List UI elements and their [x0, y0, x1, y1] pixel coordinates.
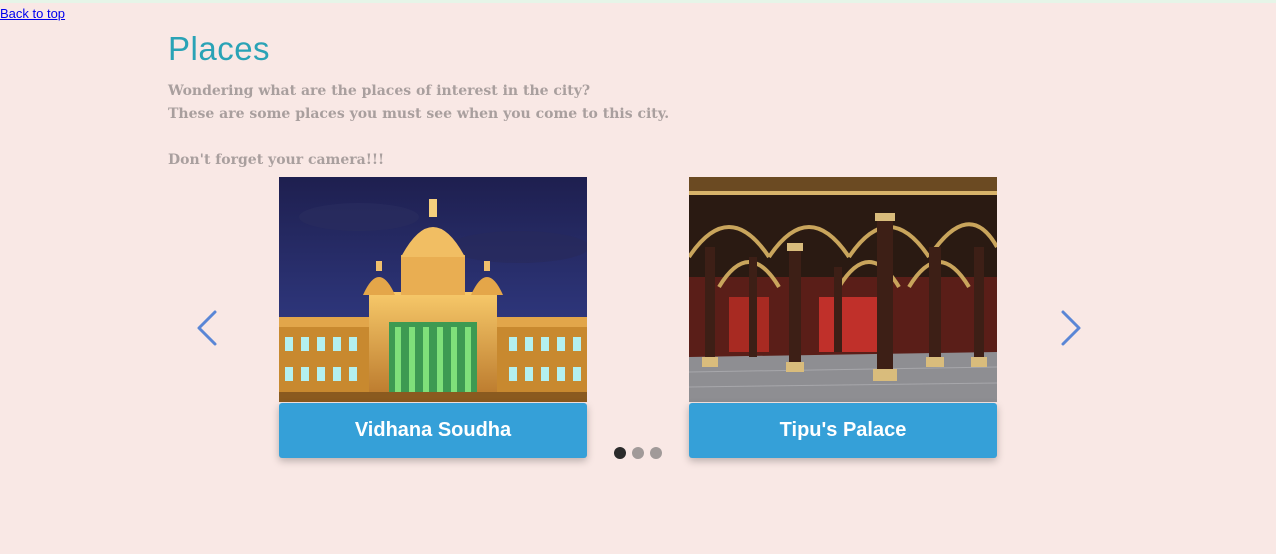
carousel-dot[interactable] [632, 447, 644, 459]
place-card-title[interactable]: Vidhana Soudha [279, 403, 587, 458]
section-intro: Wondering what are the places of interes… [168, 80, 669, 172]
intro-line: These are some places you must see when … [168, 106, 670, 122]
carousel-prev-button[interactable] [194, 306, 224, 350]
carousel-dot[interactable] [650, 447, 662, 459]
back-to-top-link[interactable]: Back to top [0, 6, 65, 21]
place-card[interactable]: Tipu's Palace [689, 177, 997, 458]
tipus-palace-photo [689, 177, 997, 402]
intro-line: Wondering what are the places of interes… [168, 83, 591, 99]
chevron-right-icon [1061, 310, 1081, 346]
place-card[interactable]: Vidhana Soudha [279, 177, 587, 458]
carousel-pagination [614, 447, 662, 459]
place-card-title[interactable]: Tipu's Palace [689, 403, 997, 458]
carousel-next-button[interactable] [1054, 306, 1084, 350]
chevron-left-icon [197, 310, 217, 346]
vidhana-soudha-photo [279, 177, 587, 402]
top-border [0, 0, 1276, 3]
carousel-dot[interactable] [614, 447, 626, 459]
section-title: Places [168, 30, 271, 67]
intro-line: Don't forget your camera!!! [168, 152, 385, 168]
